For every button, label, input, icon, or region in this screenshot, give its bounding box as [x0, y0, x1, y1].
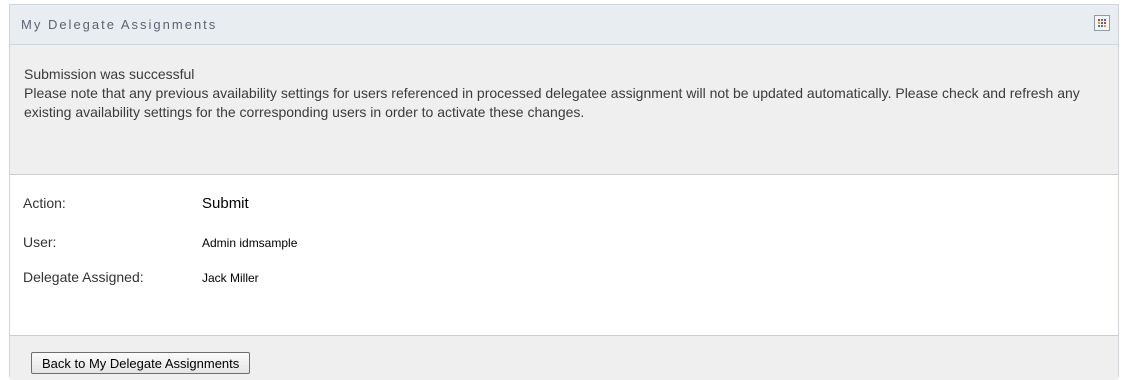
action-label: Action: [23, 195, 66, 211]
delegate-label: Delegate Assigned: [23, 269, 144, 285]
panel-footer: Back to My Delegate Assignments [10, 336, 1118, 380]
delegate-value: Jack Miller [202, 271, 259, 285]
action-value: Submit [202, 195, 249, 212]
panel-header: My Delegate Assignments [10, 5, 1118, 45]
delegate-assignments-panel: My Delegate Assignments Submission was s… [9, 4, 1119, 380]
panel-title: My Delegate Assignments [21, 17, 218, 32]
back-to-assignments-button[interactable]: Back to My Delegate Assignments [31, 352, 251, 374]
success-message: Submission was successful [24, 66, 195, 82]
user-label: User: [23, 234, 57, 250]
color-grid-icon[interactable] [1094, 15, 1110, 31]
user-value: Admin idmsample [202, 236, 298, 250]
status-message: Submission was successful Please note th… [10, 45, 1118, 175]
availability-note: Please note that any previous availabili… [24, 85, 1080, 120]
assignment-details: Action: Submit User: Admin idmsample Del… [10, 175, 1118, 336]
